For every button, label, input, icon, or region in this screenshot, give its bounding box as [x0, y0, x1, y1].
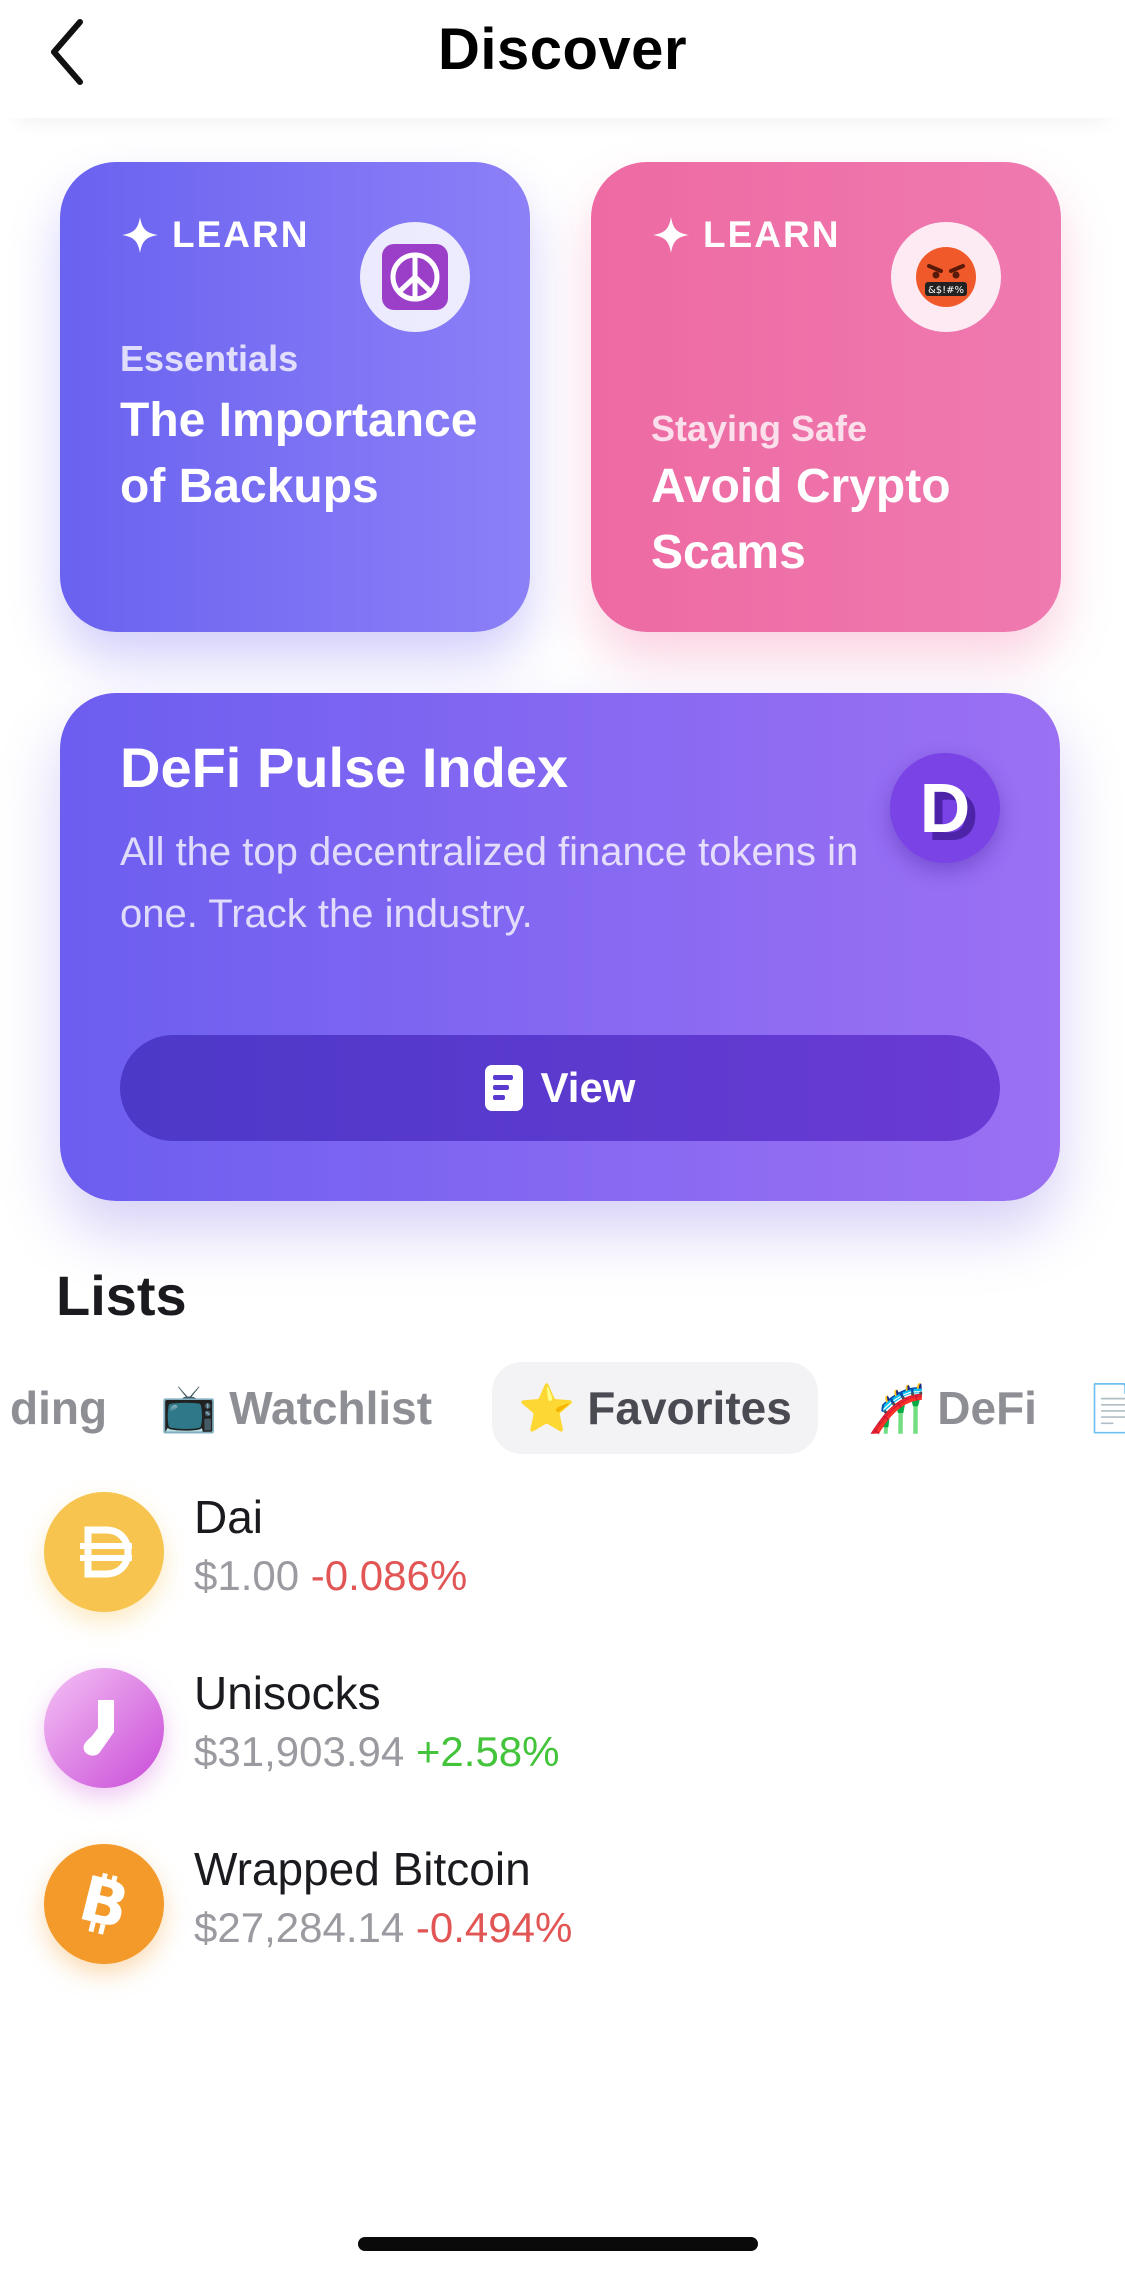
peace-icon [382, 244, 448, 310]
list-item[interactable]: Dai $1.00 -0.086% [0, 1482, 1125, 1632]
unisocks-icon [44, 1668, 164, 1788]
peace-emoji-badge [360, 222, 470, 332]
list-item[interactable]: Unisocks $31,903.94 +2.58% [0, 1658, 1125, 1808]
coin-price-line: $1.00 -0.086% [194, 1552, 468, 1599]
tab-next[interactable]: 📄 [1086, 1362, 1125, 1454]
coin-change: +2.58% [415, 1728, 560, 1775]
card-title: The Importance of Backups [120, 394, 478, 513]
roller-coaster-icon: 🎢 [868, 1381, 926, 1434]
learn-card-backups[interactable]: LEARN Essentials The Importance of Backu… [60, 162, 530, 632]
svg-text:&$!#%: &$!#% [928, 285, 964, 296]
coin-price-line: $31,903.94 +2.58% [194, 1728, 560, 1775]
tv-icon: 📺 [160, 1381, 218, 1434]
defi-title: DeFi Pulse Index [120, 736, 569, 799]
tab-watchlist[interactable]: 📺 Watchlist [160, 1362, 432, 1454]
defi-pulse-logo-icon: D [890, 753, 1000, 863]
star-icon: ⭐ [518, 1381, 576, 1434]
list-tabs: ding 📺 Watchlist ⭐ Favorites 🎢 DeFi 📄 [0, 1362, 1125, 1454]
tab-trending[interactable]: ding [10, 1362, 107, 1454]
learn-label: LEARN [651, 214, 840, 256]
learn-card-scams[interactable]: LEARN &$!#% Staying Safe Avoid Crypto Sc… [591, 162, 1061, 632]
lists-heading: Lists [56, 1264, 187, 1327]
learn-label: LEARN [120, 214, 309, 256]
defi-description: All the top decentralized finance tokens… [120, 830, 859, 936]
bitcoin-icon: B [44, 1844, 164, 1964]
sparkle-icon [122, 217, 158, 253]
coin-change: -0.494% [415, 1904, 573, 1951]
angry-emoji-badge: &$!#% [891, 222, 1001, 332]
coin-name: Unisocks [194, 1667, 381, 1719]
tab-defi[interactable]: 🎢 DeFi [868, 1362, 1037, 1454]
sparkle-icon [653, 217, 689, 253]
view-button[interactable]: View [120, 1035, 1000, 1141]
coin-change: -0.086% [310, 1552, 468, 1599]
coin-price-line: $27,284.14 -0.494% [194, 1904, 573, 1951]
card-category: Essentials [120, 338, 299, 379]
angry-face-icon: &$!#% [916, 247, 976, 307]
dai-icon [44, 1492, 164, 1612]
document-icon [484, 1065, 523, 1111]
coin-name: Dai [194, 1491, 264, 1543]
coin-name: Wrapped Bitcoin [194, 1843, 531, 1895]
page-title: Discover [437, 17, 688, 82]
list-item[interactable]: B Wrapped Bitcoin $27,284.14 -0.494% [0, 1834, 1125, 1984]
tab-favorites[interactable]: ⭐ Favorites [492, 1362, 818, 1454]
header: Discover [0, 0, 1125, 118]
home-indicator[interactable] [358, 2237, 758, 2251]
defi-pulse-index-card: DeFi Pulse Index All the top decentraliz… [60, 693, 1060, 1201]
card-title: Avoid Crypto Scams [651, 460, 951, 579]
card-category: Staying Safe [651, 408, 868, 449]
document-emoji-icon: 📄 [1086, 1381, 1125, 1434]
